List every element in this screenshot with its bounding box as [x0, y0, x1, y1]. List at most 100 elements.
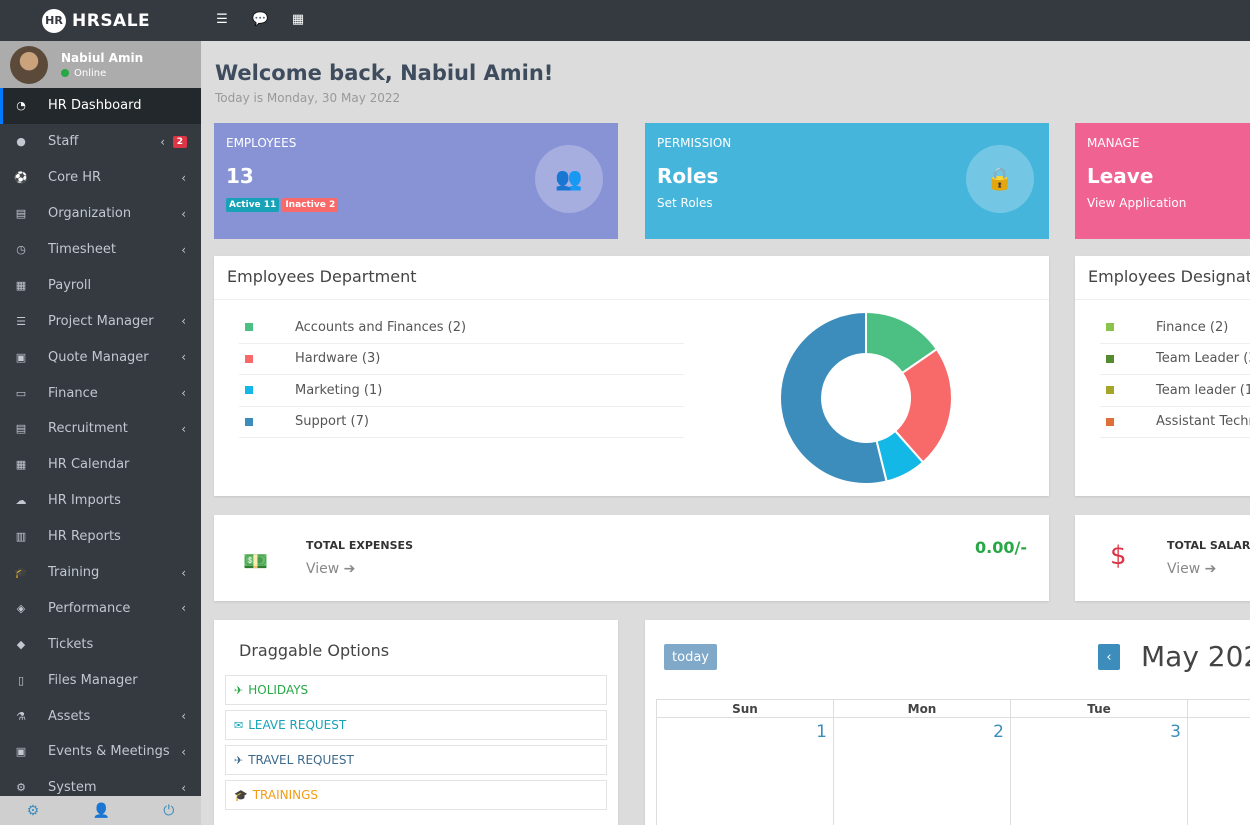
leave-title: Leave	[1087, 164, 1154, 188]
calendar-day-cell[interactable]: 2	[834, 718, 1011, 825]
calendar-day-cell[interactable]: 1	[657, 718, 834, 825]
building-icon: ▤	[15, 207, 27, 221]
sidebar-item-performance[interactable]: ◈ Performance ‹	[0, 590, 201, 626]
legend-label: Assistant Techni	[1156, 414, 1250, 430]
permission-card[interactable]: PERMISSION Roles Set Roles 🔒	[645, 123, 1049, 239]
sidebar-item-training[interactable]: 🎓 Training ‹	[0, 555, 201, 591]
sidebar-item-timesheet[interactable]: ◷ Timesheet ‹	[0, 232, 201, 268]
sidebar-item-events-meetings[interactable]: ▣ Events & Meetings ‹	[0, 734, 201, 770]
legend-item: Assistant Techni	[1100, 407, 1250, 438]
calendar-day-header: Tue	[1011, 700, 1188, 717]
chevron-left-icon: ‹	[1106, 649, 1112, 665]
sidebar: Nabiul Amin Online ◔ HR Dashboard ● Staff ‹ 2…	[0, 41, 201, 825]
permission-label: PERMISSION	[657, 136, 732, 150]
calendar-day-cell[interactable]: 3	[1011, 718, 1188, 825]
chevron-left-icon: ‹	[181, 709, 186, 724]
legend-item: Team leader (1)	[1100, 375, 1250, 407]
sidebar-item-files-manager[interactable]: ▯ Files Manager	[0, 662, 201, 698]
profile-icon[interactable]: 👤	[93, 803, 110, 819]
sidebar-item-organization[interactable]: ▤ Organization ‹	[0, 196, 201, 232]
sidebar-item-label: HR Dashboard	[48, 98, 142, 114]
employees-card[interactable]: EMPLOYEES 13 Active 11 Inactive 2 👥	[214, 123, 618, 239]
sidebar-item-label: Files Manager	[48, 672, 138, 688]
brand[interactable]: HR HRSALE	[0, 0, 201, 41]
salaries-view-link[interactable]: View ➔	[1167, 561, 1216, 577]
sidebar-item-label: Payroll	[48, 277, 92, 293]
employees-department-card: Employees Department Accounts and Financ…	[214, 256, 1049, 496]
chevron-left-icon: ‹	[181, 601, 186, 616]
sidebar-menu: ◔ HR Dashboard ● Staff ‹ 2 ⚽ Core HR ‹ ▤ Organizat…	[0, 88, 201, 806]
sidebar-item-label: Finance	[48, 385, 98, 401]
user-panel[interactable]: Nabiul Amin Online	[0, 41, 201, 88]
calendar-day-header: Sun	[657, 700, 834, 717]
sidebar-item-finance[interactable]: ▭ Finance ‹	[0, 375, 201, 411]
staff-count-badge: 2	[172, 135, 187, 148]
menu-toggle-icon[interactable]: ☰	[214, 12, 230, 27]
legend-item: Finance (2)	[1100, 312, 1250, 344]
draggable-item-leave-request[interactable]: ✉ LEAVE REQUEST	[225, 710, 607, 740]
settings-icon[interactable]: ⚙	[27, 803, 40, 819]
calendar-card: today ‹ May 202 Sun Mon Tue 1 2 3	[645, 620, 1250, 825]
prev-month-button[interactable]: ‹	[1098, 644, 1120, 670]
draggable-item-holidays[interactable]: ✈ HOLIDAYS	[225, 675, 607, 705]
user-icon: ●	[16, 135, 26, 149]
sidebar-item-label: System	[48, 780, 97, 796]
futbol-icon: ⚽	[14, 171, 28, 185]
employees-designation-card: Employees Designat Finance (2) Team Leade…	[1075, 256, 1250, 496]
legend-label: Marketing (1)	[295, 382, 383, 398]
sidebar-item-hr-reports[interactable]: ▥ HR Reports	[0, 519, 201, 555]
manage-card[interactable]: MANAGE Leave View Application	[1075, 123, 1250, 239]
online-dot-icon	[61, 69, 69, 77]
sidebar-item-core-hr[interactable]: ⚽ Core HR ‹	[0, 160, 201, 196]
sidebar-item-hr-imports[interactable]: ☁ HR Imports	[0, 483, 201, 519]
power-icon[interactable]: ⏻	[163, 803, 174, 819]
department-donut-chart	[779, 310, 953, 485]
employees-label: EMPLOYEES	[226, 136, 297, 150]
sidebar-item-hr-dashboard[interactable]: ◔ HR Dashboard	[0, 88, 201, 124]
cloud-upload-icon: ☁	[15, 494, 27, 508]
sidebar-item-label: Staff	[48, 134, 79, 150]
sidebar-item-label: Organization	[48, 206, 132, 222]
designation-title: Employees Designat	[1075, 256, 1250, 300]
legend-swatch	[245, 417, 253, 426]
sidebar-item-payroll[interactable]: ▦ Payroll	[0, 267, 201, 303]
page-title: Welcome back, Nabiul Amin!	[215, 61, 554, 85]
expenses-view-link[interactable]: View ➔	[306, 561, 355, 577]
legend-swatch	[1106, 323, 1114, 332]
legend-label: Hardware (3)	[295, 351, 381, 367]
dashboard-icon: ◔	[16, 99, 26, 113]
ticket-icon: ◆	[16, 637, 26, 651]
legend-swatch	[1106, 417, 1114, 426]
department-legend: Accounts and Finances (2) Hardware (3) Mar…	[239, 312, 684, 438]
draggable-item-trainings[interactable]: 🎓 TRAININGS	[225, 780, 607, 810]
sidebar-item-label: HR Imports	[48, 493, 121, 509]
draggable-options-card: Draggable Options ✈ HOLIDAYS ✉ LEAVE REQUES…	[214, 620, 618, 825]
sidebar-item-quote-manager[interactable]: ▣ Quote Manager ‹	[0, 339, 201, 375]
graduation-cap-icon: 🎓	[234, 788, 248, 802]
plane-icon: ✈	[234, 753, 244, 767]
newspaper-icon: ▤	[15, 422, 27, 436]
legend-label: Accounts and Finances (2)	[295, 319, 467, 335]
sidebar-item-label: Core HR	[48, 170, 102, 186]
legend-item: Support (7)	[239, 407, 684, 438]
sidebar-item-project-manager[interactable]: ☰ Project Manager ‹	[0, 303, 201, 339]
sidebar-item-tickets[interactable]: ◆ Tickets	[0, 626, 201, 662]
chevron-left-icon: ‹	[181, 744, 186, 759]
legend-item: Accounts and Finances (2)	[239, 312, 684, 344]
designation-legend: Finance (2) Team Leader (3) Team leader (1…	[1100, 312, 1250, 438]
lock-icon: 🔒	[966, 145, 1034, 213]
grid-apps-icon[interactable]: ▦	[290, 12, 306, 27]
today-button[interactable]: today	[664, 644, 717, 670]
view-application-link[interactable]: View Application	[1087, 196, 1250, 210]
sidebar-item-hr-calendar[interactable]: ▦ HR Calendar	[0, 447, 201, 483]
legend-swatch	[1106, 354, 1114, 363]
chevron-left-icon: ‹	[181, 170, 186, 185]
sidebar-item-recruitment[interactable]: ▤ Recruitment ‹	[0, 411, 201, 447]
legend-swatch	[245, 354, 253, 363]
chat-icon[interactable]: 💬	[252, 12, 268, 27]
draggable-item-travel-request[interactable]: ✈ TRAVEL REQUEST	[225, 745, 607, 775]
users-icon: 👥	[535, 145, 603, 213]
dollar-icon: $	[1110, 541, 1127, 571]
sidebar-item-staff[interactable]: ● Staff ‹ 2	[0, 124, 201, 160]
sidebar-item-assets[interactable]: ⚗ Assets ‹	[0, 698, 201, 734]
